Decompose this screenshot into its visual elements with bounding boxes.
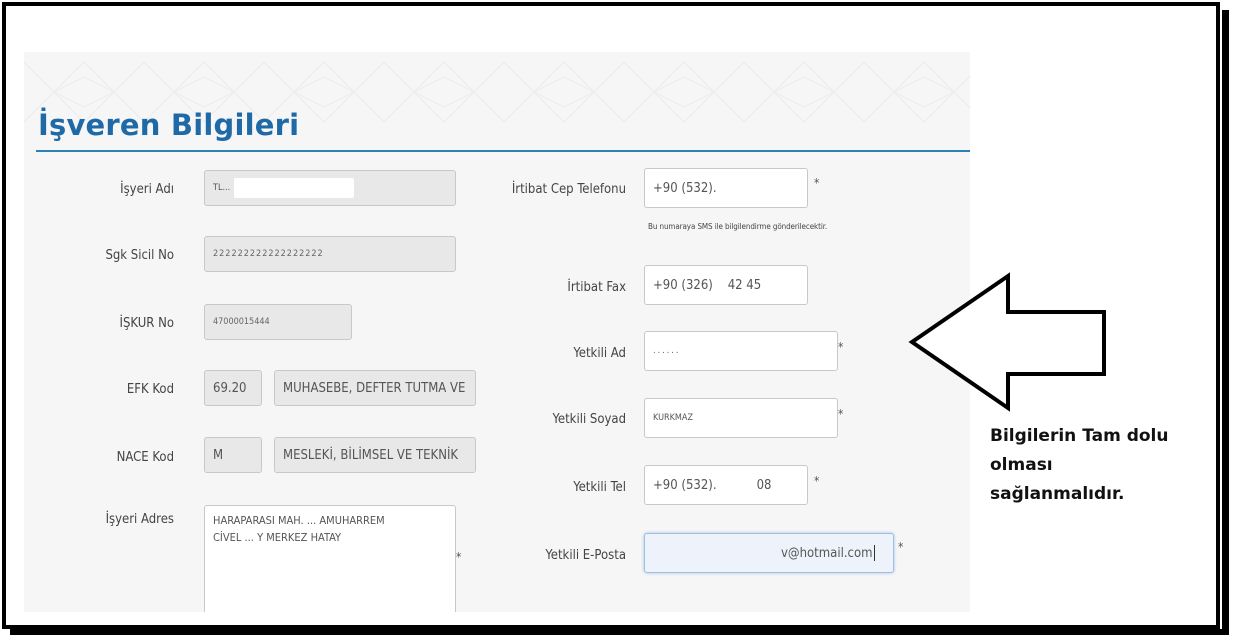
header-pattern <box>24 61 970 123</box>
text-cursor <box>873 545 875 561</box>
yetkili-ad-input[interactable]: ...... <box>644 331 838 371</box>
irtibat-fax-value: +90 (326) 42 45 <box>653 277 762 293</box>
redaction-mask <box>234 178 355 198</box>
tel-required-mark: * <box>814 474 820 488</box>
yetkili-tel-tail: 08 <box>756 477 772 493</box>
label-nace-kod: NACE Kod <box>116 450 174 465</box>
label-yetkili-tel: Yetkili Tel <box>573 480 626 495</box>
redaction-mask <box>653 543 773 563</box>
nace-code-field: M <box>204 437 262 473</box>
employer-info-panel: İşveren Bilgileri İşyeri Adı TL... Sgk S… <box>24 52 970 612</box>
efk-description-field: MUHASEBE, DEFTER TUTMA VE <box>274 370 476 406</box>
yetkili-tel-value: +90 (532). <box>653 477 717 493</box>
nace-description-field: MESLEKİ, BİLİMSEL VE TEKNİK <box>274 437 476 473</box>
yetkili-soyad-input[interactable]: KURKMAZ <box>644 398 838 438</box>
isyeri-adi-value: TL... <box>213 183 231 193</box>
callout-line-1: Bilgilerin Tam dolu olması <box>990 426 1169 475</box>
label-yetkili-ad: Yetkili Ad <box>573 346 626 361</box>
title-underline <box>36 150 970 152</box>
irtibat-cep-telefonu-input[interactable]: +90 (532). <box>644 168 808 208</box>
iskur-no-value: 47000015444 <box>213 317 270 327</box>
efk-code-value: 69.20 <box>213 380 247 396</box>
efk-description-value: MUHASEBE, DEFTER TUTMA VE <box>283 380 466 396</box>
cep-required-mark: * <box>814 176 820 190</box>
efk-code-field: 69.20 <box>204 370 262 406</box>
yetkili-e-posta-input[interactable]: v@hotmail.com <box>644 533 894 573</box>
adres-line-1: HARAPARASI MAH. ... AMUHARREM <box>213 514 385 527</box>
callout-text: Bilgilerin Tam dolu olması sağlanmalıdır… <box>990 422 1234 509</box>
nace-description-value: MESLEKİ, BİLİMSEL VE TEKNİK <box>283 447 459 463</box>
page-title: İşveren Bilgileri <box>38 108 300 142</box>
label-irtibat-fax: İrtibat Fax <box>567 280 626 295</box>
frame-shadow-right <box>1222 10 1229 634</box>
label-isyeri-adres: İşyeri Adres <box>105 512 174 527</box>
sgk-sicil-no-value: 222222222222222222 <box>213 249 324 259</box>
irtibat-cep-telefonu-value: +90 (532). <box>653 180 717 196</box>
yetkili-ad-value: ...... <box>653 346 681 356</box>
adres-required-mark: * <box>456 550 462 564</box>
ad-required-mark: * <box>838 340 844 354</box>
sgk-sicil-no-field: 222222222222222222 <box>204 236 456 272</box>
label-sgk-sicil-no: Sgk Sicil No <box>105 248 174 263</box>
nace-code-value: M <box>213 447 224 463</box>
iskur-no-field: 47000015444 <box>204 304 352 340</box>
label-irtibat-cep-telefonu: İrtibat Cep Telefonu <box>511 182 626 197</box>
label-iskur-no: İŞKUR No <box>119 316 175 331</box>
irtibat-fax-input[interactable]: +90 (326) 42 45 <box>644 265 808 305</box>
label-isyeri-adi: İşyeri Adı <box>120 182 174 197</box>
frame-shadow-bottom <box>10 629 1229 635</box>
yetkili-e-posta-value: v@hotmail.com <box>781 545 873 561</box>
soyad-required-mark: * <box>838 407 844 421</box>
isyeri-adres-textarea[interactable]: HARAPARASI MAH. ... AMUHARREM CİVEL ... … <box>204 505 456 612</box>
e-posta-required-mark: * <box>898 540 904 554</box>
label-yetkili-soyad: Yetkili Soyad <box>552 412 626 427</box>
callout-line-2: sağlanmalıdır. <box>990 484 1125 504</box>
left-arrow-annotation <box>908 272 1106 412</box>
yetkili-tel-input[interactable]: +90 (532). 08 <box>644 465 808 505</box>
sms-hint: Bu numaraya SMS ile bilgilendirme gönder… <box>648 222 828 231</box>
label-yetkili-e-posta: Yetkili E-Posta <box>545 548 626 563</box>
label-efk-kod: EFK Kod <box>126 382 174 397</box>
yetkili-soyad-value: KURKMAZ <box>653 413 693 423</box>
adres-line-2: CİVEL ... Y MERKEZ HATAY <box>213 531 342 544</box>
isyeri-adi-field: TL... <box>204 170 456 206</box>
